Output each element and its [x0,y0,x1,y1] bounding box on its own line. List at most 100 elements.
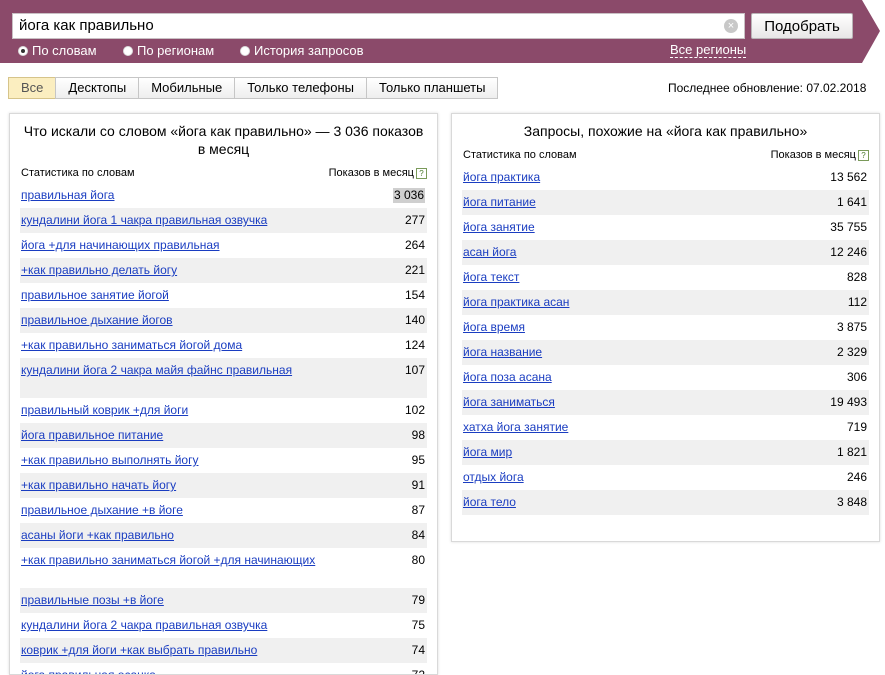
tab-phones-only[interactable]: Только телефоны [234,77,368,99]
query-link[interactable]: йога название [463,345,763,360]
column-count-label: Показов в месяц [770,149,856,161]
right-results-panel: Запросы, похожие на «йога как правильно»… [451,113,880,542]
left-table-header: Статистика по словам Показов в месяц? [21,167,427,183]
query-link[interactable]: отдых йога [463,470,763,485]
impressions-count: 719 [846,420,867,434]
query-link[interactable]: хатха йога занятие [463,420,763,435]
query-link[interactable]: коврик +для йоги +как выбрать правильно [21,643,321,658]
impressions-count: 264 [404,238,425,252]
table-row: йога название 2 329 [462,340,869,365]
column-query: Статистика по словам [21,167,135,179]
radio-label: История запросов [254,43,364,58]
query-link[interactable]: асаны йоги +как правильно [21,528,321,543]
help-icon[interactable]: ? [416,168,427,179]
query-link[interactable]: +как правильно начать йогу [21,478,321,493]
query-link[interactable]: йога практика асан [463,295,763,310]
tab-tablets-only[interactable]: Только планшеты [366,77,499,99]
table-row: асан йога 12 246 [462,240,869,265]
radio-label: По словам [32,43,97,58]
radio-checked-icon[interactable] [18,46,28,56]
impressions-count: 84 [411,528,425,542]
query-link[interactable]: асан йога [463,245,763,260]
query-link[interactable]: +как правильно заниматься йогой дома [21,338,321,353]
query-link[interactable]: йога мир [463,445,763,460]
table-row: йога поза асана 306 [462,365,869,390]
left-panel-title: Что искали со словом «йога как правильно… [23,123,424,157]
query-link[interactable]: правильное дыхание +в йоге [21,503,321,518]
tab-mobile[interactable]: Мобильные [138,77,236,99]
table-row: йога практика асан 112 [462,290,869,315]
table-row: отдых йога 246 [462,465,869,490]
search-input[interactable] [19,17,719,34]
impressions-count: 98 [411,428,425,442]
impressions-count: 35 755 [830,220,867,234]
last-update: Последнее обновление: 07.02.2018 [668,81,867,95]
table-row: йога тело 3 848 [462,490,869,515]
radio-query-history[interactable]: История запросов [240,43,364,58]
search-box[interactable]: × [12,13,745,39]
query-link[interactable]: йога поза асана [463,370,763,385]
table-row: йога правильная осанка 72 [20,663,427,674]
query-link[interactable]: +как правильно делать йогу [21,263,321,278]
query-link[interactable]: йога время [463,320,763,335]
query-link[interactable]: йога текст [463,270,763,285]
radio-by-regions[interactable]: По регионам [123,43,214,58]
all-regions-link[interactable]: Все регионы [670,43,747,58]
tab-all[interactable]: Все [8,77,57,99]
radio-by-words[interactable]: По словам [18,43,97,58]
tab-desktops[interactable]: Десктопы [55,77,140,99]
column-count: Показов в месяц? [329,167,427,179]
clear-icon[interactable]: × [724,19,738,33]
impressions-count: 154 [404,288,425,302]
pick-button[interactable]: Подобрать [751,13,853,39]
radio-unchecked-icon[interactable] [123,46,133,56]
impressions-count: 91 [411,478,425,492]
table-row: йога заниматься 19 493 [462,390,869,415]
impressions-count: 112 [847,295,867,309]
impressions-count: 80 [411,553,425,567]
query-link[interactable]: +как правильно заниматься йогой +для нач… [21,553,321,568]
left-table-body: правильная йога 3 036 кундалини йога 1 чак… [20,183,427,674]
table-row: правильное дыхание йогов 140 [20,308,427,333]
table-row: кундалини йога 1 чакра правильная озвучк… [20,208,427,233]
query-link[interactable]: йога заниматься [463,395,763,410]
query-link[interactable]: +как правильно выполнять йогу [21,453,321,468]
query-link[interactable]: правильный коврик +для йоги [21,403,321,418]
query-link[interactable]: правильное занятие йогой [21,288,321,303]
impressions-count: 124 [404,338,425,352]
impressions-count: 74 [411,643,425,657]
impressions-count: 19 493 [830,395,867,409]
query-link[interactable]: йога питание [463,195,763,210]
table-row: йога занятие 35 755 [462,215,869,240]
table-row: йога практика 13 562 [462,165,869,190]
query-link[interactable]: йога правильная осанка [21,668,321,674]
table-row: асаны йоги +как правильно 84 [20,523,427,548]
query-link[interactable]: йога занятие [463,220,763,235]
query-link[interactable]: кундалини йога 1 чакра правильная озвучк… [21,213,321,228]
impressions-count: 140 [404,313,425,327]
query-link[interactable]: йога +для начинающих правильная [21,238,321,253]
impressions-count: 107 [404,363,425,377]
radio-unchecked-icon[interactable] [240,46,250,56]
query-link[interactable]: кундалини йога 2 чакра майя файнс правил… [21,363,321,378]
query-link[interactable]: йога правильное питание [21,428,321,443]
table-row: кундалини йога 2 чакра правильная озвучк… [20,613,427,638]
right-panel-title: Запросы, похожие на «йога как правильно» [523,123,808,139]
query-link[interactable]: кундалини йога 2 чакра правильная озвучк… [21,618,321,633]
impressions-count: 221 [404,263,425,277]
query-link[interactable]: йога тело [463,495,763,510]
impressions-count: 12 246 [830,245,867,259]
device-tabs: Все Десктопы Мобильные Только телефоны Т… [8,77,499,99]
right-table-header: Статистика по словам Показов в месяц? [463,149,869,165]
query-link[interactable]: правильные позы +в йоге [21,593,321,608]
query-link[interactable]: правильная йога [21,188,321,203]
table-row: правильное занятие йогой 154 [20,283,427,308]
impressions-count: 87 [411,503,425,517]
impressions-count: 3 848 [836,495,867,509]
table-row: йога текст 828 [462,265,869,290]
impressions-count: 3 036 [392,188,425,203]
query-link[interactable]: правильное дыхание йогов [21,313,321,328]
impressions-count: 95 [411,453,425,467]
help-icon[interactable]: ? [858,150,869,161]
query-link[interactable]: йога практика [463,170,763,185]
